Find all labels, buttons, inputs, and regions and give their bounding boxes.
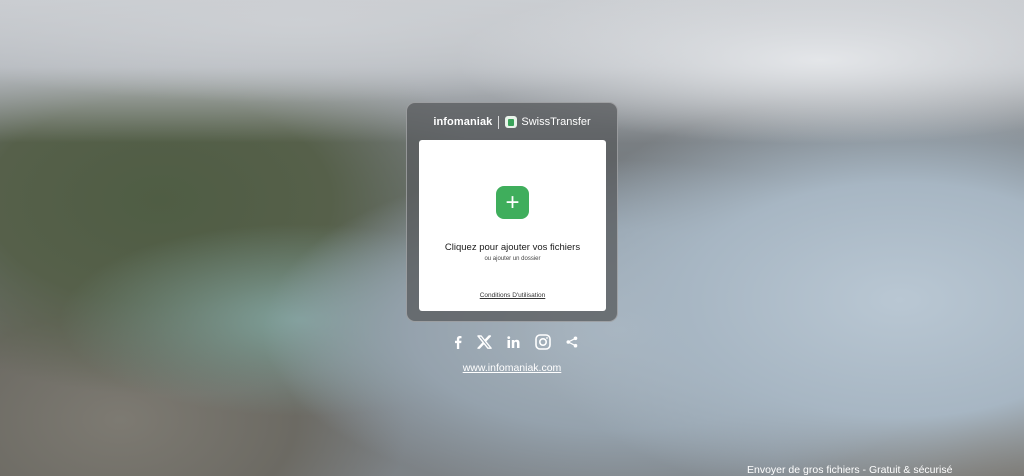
- add-folder-link[interactable]: ou ajouter un dossier: [419, 256, 606, 262]
- terms-link-wrapper: Conditions D'utilisation: [419, 292, 606, 299]
- website-link-wrapper: www.infomaniak.com: [0, 362, 1024, 374]
- linkedin-icon[interactable]: [507, 336, 520, 348]
- upload-dropzone[interactable]: + Cliquez pour ajouter vos fichiers ou a…: [419, 140, 606, 311]
- share-icon[interactable]: [566, 336, 578, 348]
- terms-of-use-link[interactable]: Conditions D'utilisation: [480, 292, 546, 299]
- brand-divider: [498, 115, 500, 129]
- social-links: [454, 332, 578, 352]
- plus-icon: +: [505, 188, 520, 216]
- facebook-icon[interactable]: [454, 335, 462, 349]
- infomaniak-logo: infomaniak: [433, 116, 493, 128]
- swisstransfer-name: SwissTransfer: [521, 116, 591, 128]
- add-files-button[interactable]: +: [496, 186, 529, 219]
- brand-header: infomaniak SwissTransfer: [407, 113, 617, 131]
- swisstransfer-logo-icon: [505, 116, 518, 128]
- upload-card: infomaniak SwissTransfer + Cliquez pour …: [406, 102, 618, 322]
- instagram-icon[interactable]: [535, 334, 551, 350]
- x-icon[interactable]: [477, 335, 492, 349]
- website-link[interactable]: www.infomaniak.com: [463, 362, 562, 374]
- add-files-prompt[interactable]: Cliquez pour ajouter vos fichiers: [419, 242, 606, 253]
- tagline: Envoyer de gros fichiers - Gratuit & séc…: [747, 464, 953, 476]
